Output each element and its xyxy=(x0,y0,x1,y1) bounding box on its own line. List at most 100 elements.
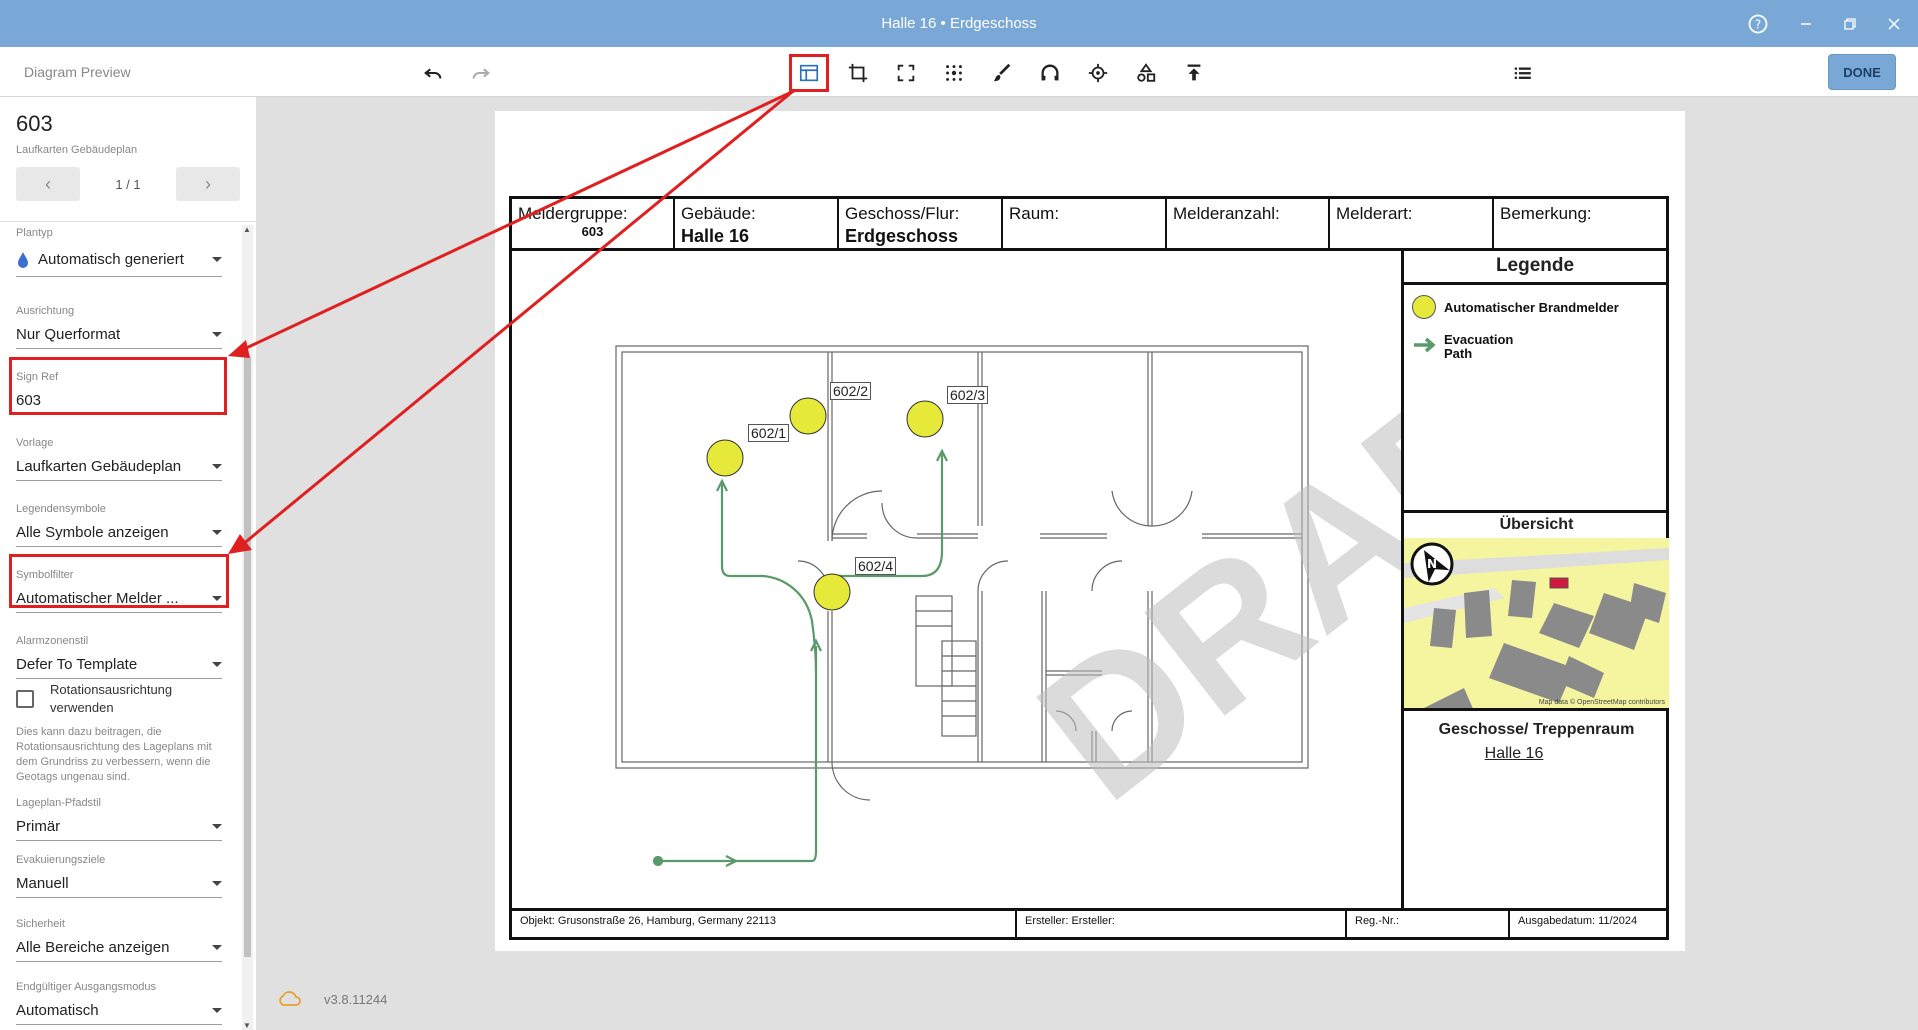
chevron-down-icon xyxy=(212,1008,222,1013)
done-button[interactable]: DONE xyxy=(1828,54,1896,90)
footer-objekt: Objekt: Grusonstraße 26, Hamburg, German… xyxy=(512,911,1017,937)
svg-text:?: ? xyxy=(1755,18,1761,32)
field-label: Ausrichtung xyxy=(16,305,75,317)
legend-item-evacuation: Evacuation Path xyxy=(1412,333,1513,361)
floor-list-title: Geschosse/ Treppenraum xyxy=(1438,721,1635,738)
room-label: 602/1 xyxy=(748,424,790,442)
room-label: 602/2 xyxy=(830,382,872,400)
field-label: Legendensymbole xyxy=(16,503,106,515)
header-label: Gebäude: xyxy=(681,204,756,223)
brush-button[interactable] xyxy=(987,58,1017,88)
header-label: Raum: xyxy=(1009,204,1060,223)
sicherheit-select[interactable]: Sicherheit Alle Bereiche anzeigen xyxy=(16,918,222,962)
publish-button[interactable] xyxy=(1179,58,1209,88)
field-label: Plantyp xyxy=(16,227,53,239)
help-icon[interactable]: ? xyxy=(1746,12,1770,36)
plantyp-select[interactable]: Plantyp Automatisch generiert xyxy=(16,227,222,277)
ausrichtung-select[interactable]: Ausrichtung Nur Querformat xyxy=(16,305,222,349)
room-label: 602/4 xyxy=(855,557,897,575)
ausgangsmodus-select[interactable]: Endgültiger Ausgangsmodus Automatisch xyxy=(16,981,222,1025)
crosshair-icon xyxy=(1088,63,1108,83)
grid-button[interactable] xyxy=(939,58,969,88)
rotation-hint: Dies kann dazu beitragen, die Rotationsa… xyxy=(16,726,212,783)
minimize-icon[interactable] xyxy=(1794,12,1818,36)
vorlage-select[interactable]: Vorlage Laufkarten Gebäudeplan xyxy=(16,437,222,481)
alarmzonenstil-select[interactable]: Alarmzonenstil Defer To Template xyxy=(16,635,222,679)
chevron-down-icon xyxy=(212,257,222,262)
crop-button[interactable] xyxy=(843,58,873,88)
chevron-down-icon xyxy=(212,824,222,829)
draft-watermark: DRAFT xyxy=(1001,277,1401,840)
evakuierungsziele-select[interactable]: Evakuierungsziele Manuell xyxy=(16,854,222,898)
chevron-down-icon xyxy=(212,332,222,337)
crop-icon xyxy=(848,63,868,83)
upload-to-top-icon xyxy=(1187,64,1201,81)
footer-ausgabedatum: Ausgabedatum: 11/2024 xyxy=(1518,915,1638,927)
field-value: Manuell xyxy=(16,875,69,892)
header-melderart: Melderart: xyxy=(1330,199,1494,251)
legend-title: Legende xyxy=(1404,251,1666,285)
scrollbar-thumb[interactable] xyxy=(244,357,251,957)
field-value: Defer To Template xyxy=(16,656,138,673)
door-arc-icon xyxy=(1041,64,1059,81)
chevron-down-icon xyxy=(212,945,222,950)
chevron-down-icon xyxy=(212,881,222,886)
detector-icon xyxy=(1412,295,1436,319)
target-button[interactable] xyxy=(1083,58,1113,88)
chevron-down-icon xyxy=(212,530,222,535)
highlight-box xyxy=(9,554,229,608)
footer-ersteller: Ersteller: Ersteller: xyxy=(1017,911,1347,937)
header-value: Halle 16 xyxy=(681,226,750,246)
header-geschoss: Geschoss/Flur: Erdgeschoss xyxy=(839,199,1003,251)
list-button[interactable] xyxy=(1508,58,1538,88)
fit-button[interactable] xyxy=(891,58,921,88)
redo-button[interactable] xyxy=(466,58,496,88)
close-icon[interactable] xyxy=(1882,12,1906,36)
version-label: v3.8.11244 xyxy=(324,992,388,1007)
field-label: Endgültiger Ausgangsmodus xyxy=(16,981,157,993)
evacuation-arrow-icon xyxy=(1414,337,1436,353)
door-button[interactable] xyxy=(1035,58,1065,88)
field-label: Alarmzonenstil xyxy=(16,635,89,647)
undo-button[interactable] xyxy=(418,58,448,88)
header-value: 603 xyxy=(581,224,604,239)
rotation-checkbox[interactable] xyxy=(16,690,34,708)
scroll-up-icon[interactable]: ▲ xyxy=(243,225,251,234)
header-melderanzahl: Melderanzahl: xyxy=(1167,199,1330,251)
highlight-box xyxy=(789,54,829,92)
chevron-down-icon xyxy=(212,662,222,667)
field-value: Laufkarten Gebäudeplan xyxy=(16,458,182,475)
list-icon xyxy=(1514,67,1531,79)
restore-icon[interactable] xyxy=(1838,12,1862,36)
divider xyxy=(0,221,256,222)
legend-panel: Legende Automatischer Brandmelder Evacua… xyxy=(1401,251,1669,908)
shapes-button[interactable] xyxy=(1131,58,1161,88)
floor-link[interactable]: Halle 16 xyxy=(1404,745,1624,763)
highlight-box xyxy=(9,357,227,415)
header-raum: Raum: xyxy=(1003,199,1167,251)
compass-icon: N xyxy=(1410,542,1454,586)
scroll-down-icon[interactable]: ▼ xyxy=(243,1021,251,1030)
floor-plan: DRAFT xyxy=(615,277,1401,867)
legendensymbole-select[interactable]: Legendensymbole Alle Symbole anzeigen xyxy=(16,503,222,547)
window-title: Halle 16 • Erdgeschoss xyxy=(881,15,1037,32)
undo-icon xyxy=(424,68,442,79)
header-meldergruppe: Meldergruppe: 603 xyxy=(512,199,675,251)
header-label: Bemerkung: xyxy=(1500,204,1592,223)
plan-header: Meldergruppe: 603 Gebäude: Halle 16 Gesc… xyxy=(512,199,1666,251)
field-value: Alle Bereiche anzeigen xyxy=(16,939,170,956)
next-page-button[interactable]: › xyxy=(176,167,240,201)
header-label: Meldergruppe: xyxy=(518,204,628,223)
header-gebaeude: Gebäude: Halle 16 xyxy=(675,199,839,251)
header-bemerkung: Bemerkung: xyxy=(1494,199,1666,251)
field-value: Automatisch generiert xyxy=(38,251,184,268)
cloud-icon xyxy=(279,991,301,1006)
field-label: Vorlage xyxy=(16,437,54,449)
legend-item-label: Evacuation xyxy=(1444,332,1514,347)
field-value: Alle Symbole anzeigen xyxy=(16,524,169,541)
room-label: 602/3 xyxy=(947,386,989,404)
prev-page-button[interactable]: ‹ xyxy=(16,167,80,201)
lageplan-pfadstil-select[interactable]: Lageplan-Pfadstil Primär xyxy=(16,797,222,841)
map-credit: Map data © OpenStreetMap contributors xyxy=(1538,699,1665,706)
panel-scrollbar[interactable]: ▲ ▼ xyxy=(242,225,253,1030)
